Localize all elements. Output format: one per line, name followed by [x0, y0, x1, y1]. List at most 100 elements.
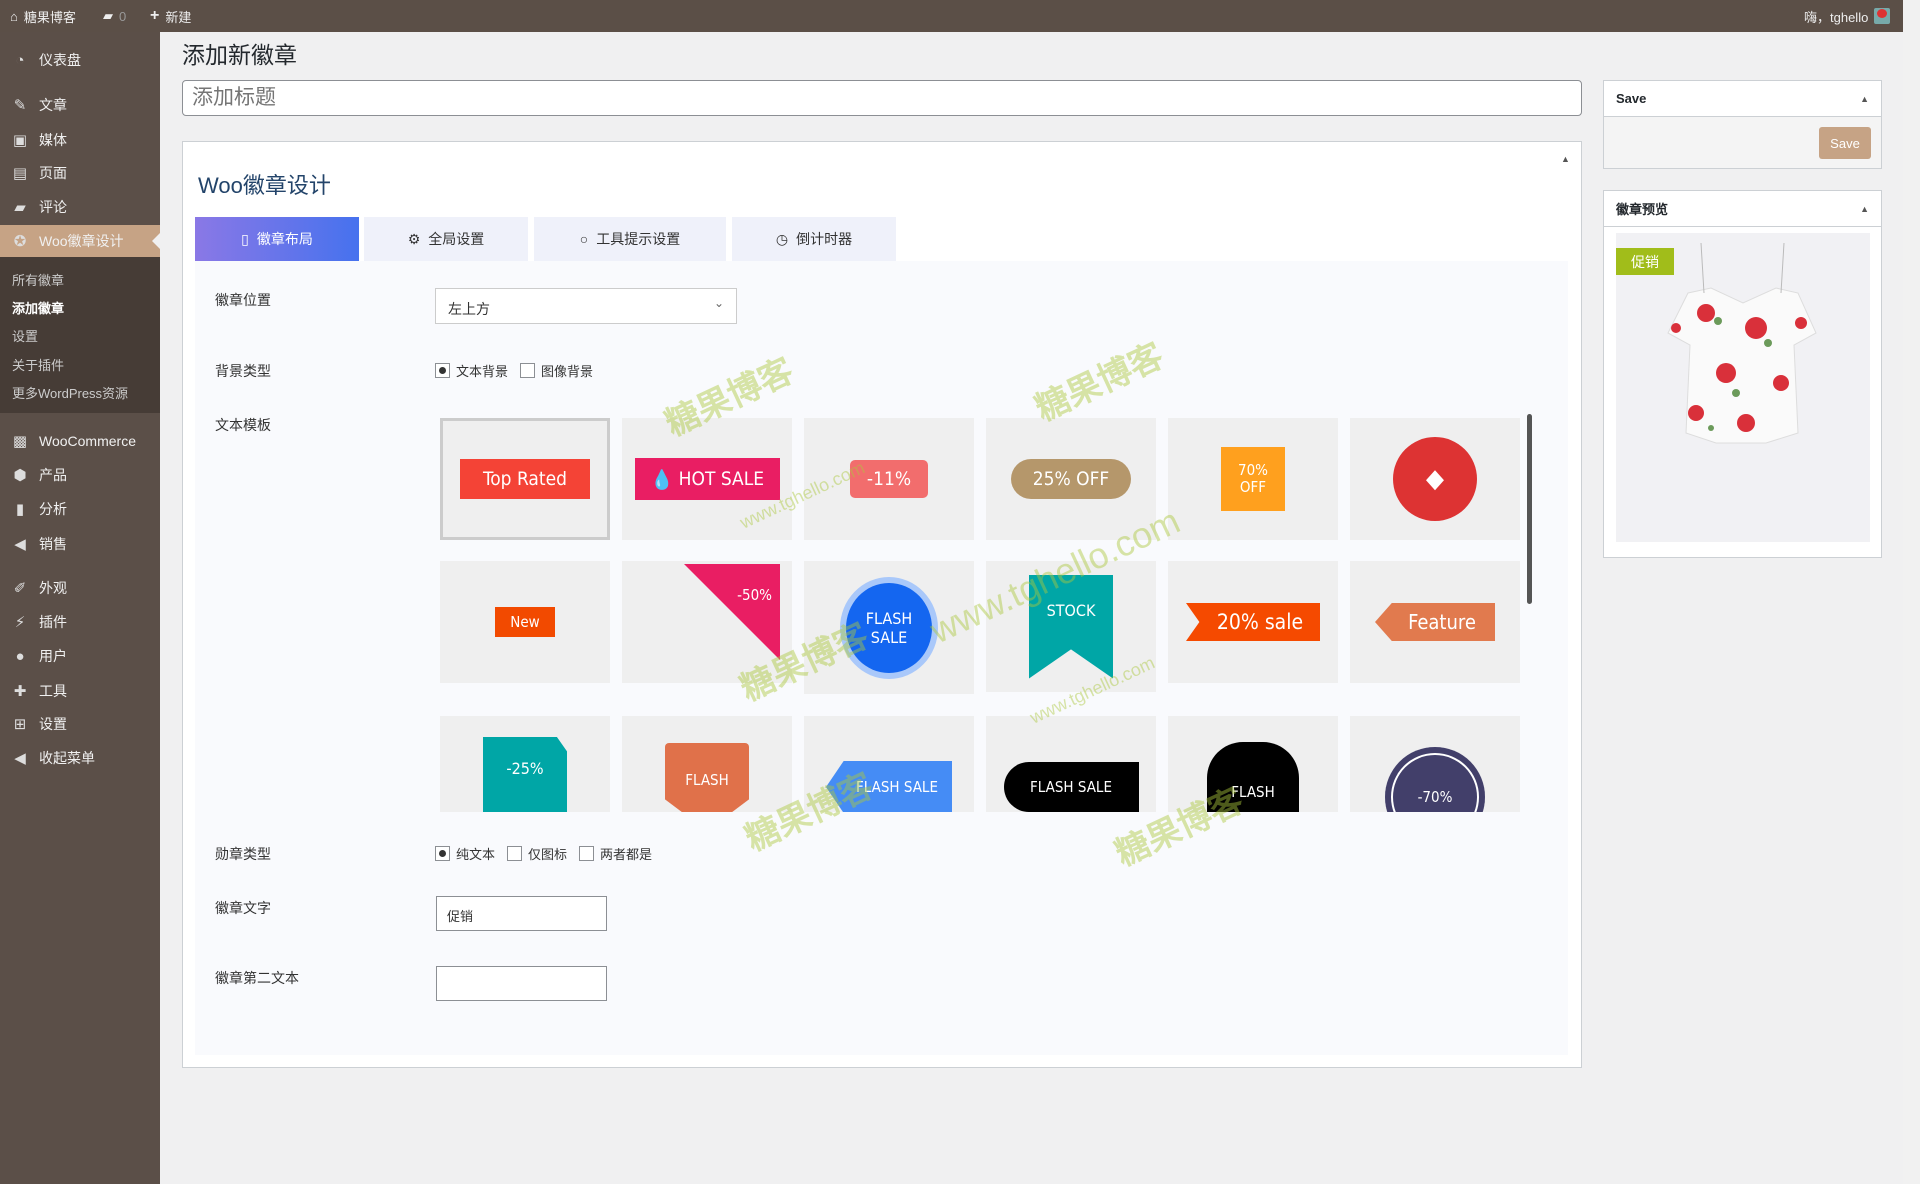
- badge-text2-input[interactable]: [436, 966, 607, 1001]
- tab-global-settings[interactable]: ⚙ 全局设置: [364, 217, 528, 261]
- template-option[interactable]: 20% sale: [1168, 561, 1338, 683]
- award-icon: ✪: [13, 233, 27, 250]
- template-option[interactable]: -50%: [622, 561, 792, 683]
- preview-sale-badge: 促销: [1616, 248, 1674, 275]
- wrench-icon: ✚: [13, 683, 27, 700]
- sidebar-item-0[interactable]: ◔ 仪表盘: [0, 45, 160, 75]
- new-content-link[interactable]: + 新建: [150, 0, 191, 32]
- template-option[interactable]: -11%: [804, 418, 974, 540]
- badge-text-input[interactable]: 促销: [436, 896, 607, 931]
- sidebar-item-14[interactable]: ⊞ 设置: [0, 709, 160, 739]
- sidebar-item-13[interactable]: ✚ 工具: [0, 676, 160, 706]
- bookmark-icon: ▯: [241, 230, 249, 247]
- badge-sample: FLASH SALE: [846, 582, 932, 673]
- tab-tooltip-settings[interactable]: ○ 工具提示设置: [534, 217, 726, 261]
- page-title: 添加新徽章: [182, 42, 297, 68]
- grid-scrollbar[interactable]: [1527, 414, 1532, 604]
- template-option[interactable]: FLASH SALE: [804, 716, 974, 812]
- sidebar-item-12[interactable]: ● 用户: [0, 641, 160, 671]
- badge-sample: 25% OFF: [1011, 459, 1131, 499]
- title-input[interactable]: [182, 80, 1582, 116]
- template-option[interactable]: -25%: [440, 716, 610, 812]
- sidebar-item-11[interactable]: ⚡ 插件: [0, 607, 160, 637]
- floral-blouse-image: [1667, 242, 1817, 444]
- badge-sample: 💧 HOT SALE: [634, 458, 780, 500]
- comment-icon: ▰: [103, 8, 113, 23]
- sidebar-item-8[interactable]: ▮ 分析: [0, 494, 160, 524]
- bar-chart-icon: ▮: [15, 501, 25, 518]
- flame-icon: 💧: [649, 468, 674, 491]
- badge-sample: STOCK: [1029, 574, 1113, 679]
- box-icon: ⬢: [13, 467, 27, 484]
- submenu-item[interactable]: 关于插件: [12, 355, 64, 374]
- badge-sample: -11%: [850, 460, 928, 498]
- submenu-item[interactable]: 所有徽章: [12, 270, 64, 289]
- sidebar-item-4[interactable]: ▰ 评论: [0, 192, 160, 222]
- collapse-triangle-icon[interactable]: ▲: [1860, 204, 1869, 214]
- gear-icon: ⚙: [407, 230, 421, 247]
- badge-sample: New: [495, 607, 555, 637]
- user-account-link[interactable]: 嗨，tghello: [1804, 0, 1891, 32]
- tab-countdown[interactable]: ◷ 倒计时器: [732, 217, 896, 261]
- template-option[interactable]: FLASH SALE: [986, 716, 1156, 812]
- bg-image-radio[interactable]: [520, 363, 536, 378]
- badge-sample: -50%: [684, 564, 780, 660]
- collapse-icon: ◀: [14, 750, 26, 767]
- sidebar-item-3[interactable]: ▤ 页面: [0, 158, 160, 188]
- user-icon: ●: [15, 647, 25, 665]
- sidebar-item-5[interactable]: ✪ Woo徽章设计: [0, 226, 160, 256]
- sidebar-item-1[interactable]: ✎ 文章: [0, 90, 160, 120]
- sidebar-item-2[interactable]: ▣ 媒体: [0, 125, 160, 155]
- badge-text2-label: 徽章第二文本: [215, 970, 299, 986]
- settings-icon: ⊞: [13, 716, 27, 733]
- badge-sample: Feature: [1375, 603, 1495, 641]
- template-option[interactable]: -70%: [1350, 716, 1520, 812]
- sidebar-item-15[interactable]: ◀ 收起菜单: [0, 743, 160, 773]
- template-option[interactable]: 70% OFF: [1168, 418, 1338, 540]
- brush-icon: ✐: [13, 580, 27, 597]
- position-select[interactable]: 左上方 ⌄: [435, 288, 737, 324]
- template-option[interactable]: FLASH SALE: [804, 561, 974, 694]
- template-option[interactable]: STOCK: [986, 561, 1156, 692]
- template-option[interactable]: Top Rated: [440, 418, 610, 540]
- plugin-icon: ⚡: [14, 614, 26, 631]
- save-button[interactable]: Save: [1819, 127, 1871, 159]
- type-icon-radio[interactable]: [507, 846, 523, 861]
- comments-link[interactable]: ▰ 0: [103, 0, 126, 32]
- submenu-item[interactable]: 添加徽章: [12, 298, 64, 317]
- site-link[interactable]: ⌂ 糖果博客: [10, 0, 76, 32]
- sidebar-item-9[interactable]: ◀ 销售: [0, 529, 160, 559]
- admin-bar: ⌂ 糖果博客 ▰ 0 + 新建 嗨，tghello: [0, 0, 1903, 32]
- type-text-radio[interactable]: [435, 846, 450, 861]
- page-icon: ▤: [12, 165, 28, 182]
- collapse-toggle-icon[interactable]: ▲: [1561, 154, 1570, 164]
- bg-text-radio[interactable]: [435, 363, 450, 378]
- media-icon: ▣: [12, 132, 28, 149]
- sidebar-item-7[interactable]: ⬢ 产品: [0, 460, 160, 490]
- submenu-item[interactable]: 设置: [12, 326, 38, 345]
- badge-sample: -70%: [1385, 747, 1485, 812]
- badge-sample: FLASH: [665, 743, 749, 812]
- submenu-item[interactable]: 更多WordPress资源: [12, 383, 128, 402]
- type-both-radio[interactable]: [579, 846, 595, 861]
- save-box-title: Save: [1616, 91, 1647, 106]
- collapse-triangle-icon[interactable]: ▲: [1860, 94, 1869, 104]
- sidebar-item-10[interactable]: ✐ 外观: [0, 573, 160, 603]
- sidebar-item-6[interactable]: ▩ WooCommerce: [0, 426, 160, 456]
- template-option[interactable]: 💧 HOT SALE: [622, 418, 792, 540]
- badge-sample: FLASH SALE: [826, 761, 952, 812]
- badge-sample: ◆: [1393, 437, 1477, 521]
- template-option[interactable]: Feature: [1350, 561, 1520, 683]
- template-option[interactable]: FLASH: [1168, 716, 1338, 812]
- clock-icon: ◷: [775, 230, 789, 247]
- badge-sample: -25%: [483, 737, 567, 812]
- badge-sample: 20% sale: [1186, 603, 1320, 641]
- pin-icon: ✎: [13, 97, 27, 114]
- megaphone-icon: ◀: [14, 536, 26, 553]
- tab-badge-layout[interactable]: ▯ 徽章布局: [195, 217, 359, 261]
- template-option[interactable]: ◆: [1350, 418, 1520, 540]
- template-option[interactable]: 25% OFF: [986, 418, 1156, 540]
- template-option[interactable]: FLASH: [622, 716, 792, 812]
- template-option[interactable]: New: [440, 561, 610, 683]
- badge-sample: 70% OFF: [1221, 447, 1285, 511]
